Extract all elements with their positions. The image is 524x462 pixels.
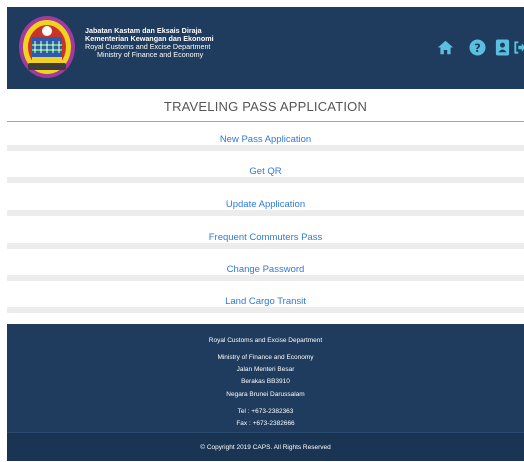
- menu-item-update-application[interactable]: Update Application: [7, 194, 524, 216]
- footer-department: Royal Customs and Excise Department: [208, 337, 323, 344]
- menu-item-get-qr[interactable]: Get QR: [7, 161, 524, 183]
- home-icon[interactable]: [437, 39, 454, 56]
- page-title: TRAVELING PASS APPLICATION: [163, 99, 368, 114]
- footer-address-postcode: Berakas BB3910: [241, 378, 290, 385]
- footer-address-country: Negara Brunei Darussalam: [226, 391, 305, 398]
- agency-ministry-english: Ministry of Finance and Economy: [97, 50, 204, 59]
- menu-item-frequent-commuters-pass[interactable]: Frequent Commuters Pass: [7, 227, 524, 249]
- page-footer: Royal Customs and Excise Department Mini…: [7, 324, 524, 432]
- footer-ministry: Ministry of Finance and Economy: [217, 354, 314, 361]
- menu-item-label[interactable]: New Pass Application: [7, 129, 524, 151]
- menu-item-label[interactable]: Update Application: [7, 194, 524, 216]
- menu-item-change-password[interactable]: Change Password: [7, 259, 524, 281]
- agency-name: Jabatan Kastam dan Eksais Diraja Kemente…: [85, 27, 214, 59]
- title-divider: [7, 121, 524, 122]
- menu-item-label[interactable]: Change Password: [7, 259, 524, 281]
- royal-customs-logo: [19, 16, 75, 78]
- footer-address-street: Jalan Menteri Besar: [236, 366, 295, 373]
- menu-item-land-cargo-transit[interactable]: Land Cargo Transit: [7, 291, 524, 313]
- svg-text:?: ?: [474, 41, 481, 55]
- footer-telephone: Tel : +673-2382363: [237, 408, 294, 415]
- logout-icon[interactable]: [514, 39, 524, 56]
- help-icon[interactable]: ?: [469, 39, 486, 56]
- menu-item-label[interactable]: Land Cargo Transit: [7, 291, 524, 313]
- app-header: Jabatan Kastam dan Eksais Diraja Kemente…: [7, 7, 524, 89]
- copyright-bar: © Copyright 2019 CAPS. All Rights Reserv…: [7, 432, 524, 461]
- contact-book-icon[interactable]: [494, 39, 511, 56]
- menu-item-new-pass-application[interactable]: New Pass Application: [7, 129, 524, 151]
- footer-fax: Fax : +673-2382666: [236, 420, 295, 427]
- menu-item-label[interactable]: Frequent Commuters Pass: [7, 227, 524, 249]
- menu-item-label[interactable]: Get QR: [7, 161, 524, 183]
